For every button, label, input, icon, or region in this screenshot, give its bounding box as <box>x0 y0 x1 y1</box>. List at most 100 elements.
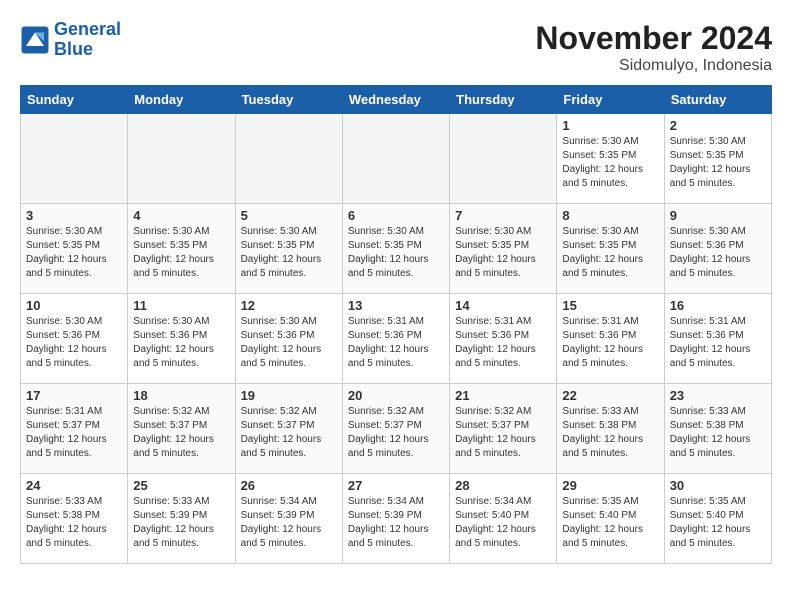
sunset-text: Sunset: 5:40 PM <box>670 509 766 523</box>
day-info: Sunrise: 5:30 AM Sunset: 5:36 PM Dayligh… <box>670 225 766 281</box>
daylight-text: Daylight: 12 hours and 5 minutes. <box>26 523 122 551</box>
sunrise-text: Sunrise: 5:35 AM <box>670 495 766 509</box>
sunrise-text: Sunrise: 5:32 AM <box>241 405 337 419</box>
calendar-day: 12 Sunrise: 5:30 AM Sunset: 5:36 PM Dayl… <box>235 294 342 384</box>
calendar-week-3: 10 Sunrise: 5:30 AM Sunset: 5:36 PM Dayl… <box>21 294 772 384</box>
sunrise-text: Sunrise: 5:30 AM <box>455 225 551 239</box>
calendar-week-2: 3 Sunrise: 5:30 AM Sunset: 5:35 PM Dayli… <box>21 204 772 294</box>
day-header-thursday: Thursday <box>450 86 557 114</box>
day-number: 2 <box>670 118 766 133</box>
daylight-text: Daylight: 12 hours and 5 minutes. <box>26 343 122 371</box>
day-number: 28 <box>455 478 551 493</box>
day-info: Sunrise: 5:31 AM Sunset: 5:36 PM Dayligh… <box>348 315 444 371</box>
sunset-text: Sunset: 5:35 PM <box>562 239 658 253</box>
sunset-text: Sunset: 5:39 PM <box>241 509 337 523</box>
sunrise-text: Sunrise: 5:34 AM <box>455 495 551 509</box>
day-info: Sunrise: 5:30 AM Sunset: 5:35 PM Dayligh… <box>562 225 658 281</box>
calendar-day: 23 Sunrise: 5:33 AM Sunset: 5:38 PM Dayl… <box>664 384 771 474</box>
calendar-table: SundayMondayTuesdayWednesdayThursdayFrid… <box>20 85 772 564</box>
sunrise-text: Sunrise: 5:35 AM <box>562 495 658 509</box>
daylight-text: Daylight: 12 hours and 5 minutes. <box>133 343 229 371</box>
daylight-text: Daylight: 12 hours and 5 minutes. <box>348 253 444 281</box>
day-info: Sunrise: 5:33 AM Sunset: 5:39 PM Dayligh… <box>133 495 229 551</box>
day-info: Sunrise: 5:30 AM Sunset: 5:35 PM Dayligh… <box>455 225 551 281</box>
day-number: 29 <box>562 478 658 493</box>
sunset-text: Sunset: 5:36 PM <box>562 329 658 343</box>
sunset-text: Sunset: 5:36 PM <box>670 239 766 253</box>
day-info: Sunrise: 5:30 AM Sunset: 5:35 PM Dayligh… <box>241 225 337 281</box>
daylight-text: Daylight: 12 hours and 5 minutes. <box>26 433 122 461</box>
day-number: 25 <box>133 478 229 493</box>
calendar-day: 26 Sunrise: 5:34 AM Sunset: 5:39 PM Dayl… <box>235 474 342 564</box>
logo-line2: Blue <box>54 39 93 59</box>
daylight-text: Daylight: 12 hours and 5 minutes. <box>670 343 766 371</box>
day-number: 6 <box>348 208 444 223</box>
day-info: Sunrise: 5:31 AM Sunset: 5:37 PM Dayligh… <box>26 405 122 461</box>
sunset-text: Sunset: 5:39 PM <box>348 509 444 523</box>
calendar-day: 25 Sunrise: 5:33 AM Sunset: 5:39 PM Dayl… <box>128 474 235 564</box>
day-number: 27 <box>348 478 444 493</box>
day-info: Sunrise: 5:34 AM Sunset: 5:39 PM Dayligh… <box>348 495 444 551</box>
sunset-text: Sunset: 5:38 PM <box>670 419 766 433</box>
calendar-day: 21 Sunrise: 5:32 AM Sunset: 5:37 PM Dayl… <box>450 384 557 474</box>
day-info: Sunrise: 5:32 AM Sunset: 5:37 PM Dayligh… <box>455 405 551 461</box>
sunrise-text: Sunrise: 5:31 AM <box>562 315 658 329</box>
title-block: November 2024 Sidomulyo, Indonesia <box>535 20 772 75</box>
calendar-day <box>450 114 557 204</box>
sunrise-text: Sunrise: 5:33 AM <box>670 405 766 419</box>
daylight-text: Daylight: 12 hours and 5 minutes. <box>670 523 766 551</box>
day-info: Sunrise: 5:33 AM Sunset: 5:38 PM Dayligh… <box>26 495 122 551</box>
day-number: 15 <box>562 298 658 313</box>
calendar-day: 5 Sunrise: 5:30 AM Sunset: 5:35 PM Dayli… <box>235 204 342 294</box>
calendar-day <box>21 114 128 204</box>
day-number: 14 <box>455 298 551 313</box>
day-info: Sunrise: 5:32 AM Sunset: 5:37 PM Dayligh… <box>133 405 229 461</box>
sunrise-text: Sunrise: 5:33 AM <box>133 495 229 509</box>
calendar-day: 28 Sunrise: 5:34 AM Sunset: 5:40 PM Dayl… <box>450 474 557 564</box>
month-title: November 2024 <box>535 20 772 57</box>
calendar-day: 10 Sunrise: 5:30 AM Sunset: 5:36 PM Dayl… <box>21 294 128 384</box>
day-number: 18 <box>133 388 229 403</box>
daylight-text: Daylight: 12 hours and 5 minutes. <box>348 433 444 461</box>
sunset-text: Sunset: 5:35 PM <box>241 239 337 253</box>
day-info: Sunrise: 5:30 AM Sunset: 5:35 PM Dayligh… <box>26 225 122 281</box>
sunrise-text: Sunrise: 5:30 AM <box>133 225 229 239</box>
day-number: 24 <box>26 478 122 493</box>
sunrise-text: Sunrise: 5:30 AM <box>562 135 658 149</box>
calendar-day: 9 Sunrise: 5:30 AM Sunset: 5:36 PM Dayli… <box>664 204 771 294</box>
daylight-text: Daylight: 12 hours and 5 minutes. <box>348 523 444 551</box>
day-number: 16 <box>670 298 766 313</box>
calendar-day: 20 Sunrise: 5:32 AM Sunset: 5:37 PM Dayl… <box>342 384 449 474</box>
calendar-day: 22 Sunrise: 5:33 AM Sunset: 5:38 PM Dayl… <box>557 384 664 474</box>
day-info: Sunrise: 5:35 AM Sunset: 5:40 PM Dayligh… <box>562 495 658 551</box>
day-info: Sunrise: 5:31 AM Sunset: 5:36 PM Dayligh… <box>670 315 766 371</box>
daylight-text: Daylight: 12 hours and 5 minutes. <box>133 523 229 551</box>
day-info: Sunrise: 5:35 AM Sunset: 5:40 PM Dayligh… <box>670 495 766 551</box>
daylight-text: Daylight: 12 hours and 5 minutes. <box>455 343 551 371</box>
sunset-text: Sunset: 5:35 PM <box>562 149 658 163</box>
sunrise-text: Sunrise: 5:30 AM <box>348 225 444 239</box>
day-info: Sunrise: 5:30 AM Sunset: 5:35 PM Dayligh… <box>562 135 658 191</box>
day-info: Sunrise: 5:34 AM Sunset: 5:40 PM Dayligh… <box>455 495 551 551</box>
sunrise-text: Sunrise: 5:31 AM <box>26 405 122 419</box>
sunrise-text: Sunrise: 5:30 AM <box>670 135 766 149</box>
sunset-text: Sunset: 5:35 PM <box>455 239 551 253</box>
day-number: 12 <box>241 298 337 313</box>
logo-icon <box>20 25 50 55</box>
calendar-day: 14 Sunrise: 5:31 AM Sunset: 5:36 PM Dayl… <box>450 294 557 384</box>
calendar-week-4: 17 Sunrise: 5:31 AM Sunset: 5:37 PM Dayl… <box>21 384 772 474</box>
sunset-text: Sunset: 5:36 PM <box>670 329 766 343</box>
calendar-day: 8 Sunrise: 5:30 AM Sunset: 5:35 PM Dayli… <box>557 204 664 294</box>
day-number: 3 <box>26 208 122 223</box>
day-number: 19 <box>241 388 337 403</box>
day-info: Sunrise: 5:30 AM Sunset: 5:35 PM Dayligh… <box>348 225 444 281</box>
day-info: Sunrise: 5:31 AM Sunset: 5:36 PM Dayligh… <box>562 315 658 371</box>
sunset-text: Sunset: 5:37 PM <box>241 419 337 433</box>
daylight-text: Daylight: 12 hours and 5 minutes. <box>26 253 122 281</box>
calendar-week-1: 1 Sunrise: 5:30 AM Sunset: 5:35 PM Dayli… <box>21 114 772 204</box>
day-number: 13 <box>348 298 444 313</box>
daylight-text: Daylight: 12 hours and 5 minutes. <box>562 343 658 371</box>
sunset-text: Sunset: 5:38 PM <box>562 419 658 433</box>
day-number: 30 <box>670 478 766 493</box>
sunrise-text: Sunrise: 5:30 AM <box>133 315 229 329</box>
